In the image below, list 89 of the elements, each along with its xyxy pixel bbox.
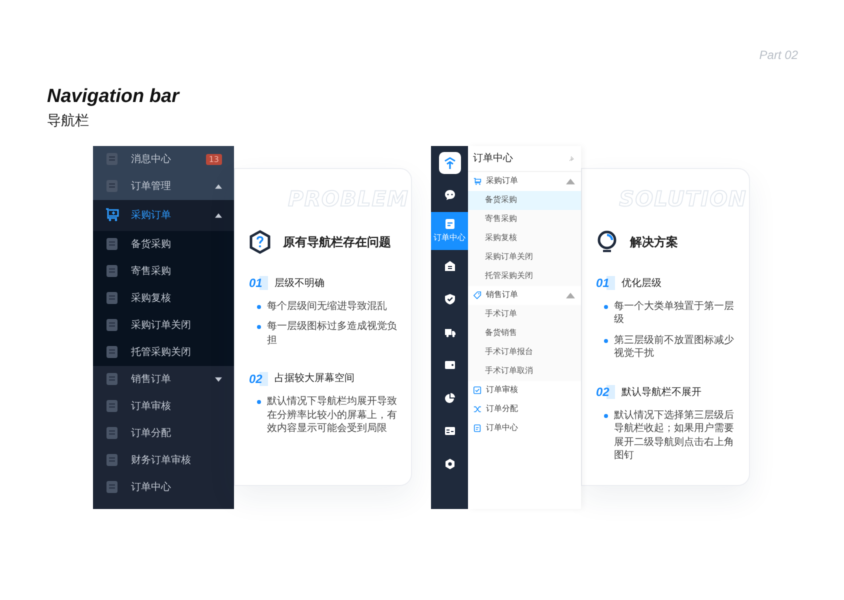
submenu-subitem[interactable]: 寄售采购 [468,210,581,229]
section-title: 占据较大屏幕空间 [274,372,354,386]
page-subtitle: 导航栏 [47,112,90,130]
section-number: 02 [249,372,268,386]
section-number: 01 [249,276,268,290]
chat-icon [444,189,456,202]
document-icon [473,424,482,433]
checkbox-icon [473,386,482,395]
page-title: Navigation bar [47,86,181,109]
document-icon [105,345,119,360]
submenu-subitem[interactable]: 手术订单取消 [468,362,581,381]
sidebar-item[interactable]: 采购订单关闭 [93,312,234,339]
bullet-dot [257,325,261,330]
submenu-subitem[interactable]: 备货采购 [468,190,581,210]
sidebar-item[interactable]: 托管采购关闭 [93,338,234,366]
bullet-text: 每个层级间无缩进导致混乱 [267,300,387,314]
submenu-subitem[interactable]: 手术订单 [468,304,581,324]
sidebar-item[interactable]: 订单管理 [93,172,234,200]
submenu-subitem[interactable]: 手术订单报台 [468,342,581,362]
sidebar-item[interactable]: 订单中心 [93,474,234,501]
submenu-item[interactable]: 销售订单 [468,286,581,305]
submenu-item[interactable]: 采购订单 [468,172,581,191]
document-icon [105,426,119,440]
lightbulb-icon [596,230,618,254]
document-icon [105,453,119,468]
tag-icon [473,290,482,300]
caret-icon [566,290,575,300]
document-icon [105,152,119,166]
bullet-text: 第三层级前不放置图标减少视觉干扰 [614,334,735,361]
document-icon [105,372,119,386]
submenu-subitem[interactable]: 托管采购关闭 [468,266,581,286]
id-card-icon [444,425,456,438]
pie-chart-icon [444,392,456,404]
count-badge: 13 [206,154,222,165]
submenu-title: 订单中心 [473,152,513,166]
bullet-text: 每一层级图标过多造成视觉负担 [267,320,398,348]
shuffle-icon [473,404,482,414]
section-title: 层级不明确 [274,276,324,291]
bullet-text: 每一个大类单独置于第一层级 [614,300,735,327]
section-title: 优化层级 [621,276,662,291]
part-label: Part 02 [759,47,798,64]
caret-icon [215,212,222,218]
document-icon [105,179,119,194]
document-icon [105,399,119,414]
submenu-item[interactable]: 订单分配 [468,400,581,419]
gear-icon [444,458,456,470]
sidebar-item[interactable]: 采购订单 [93,200,234,231]
sidebar-item[interactable]: 备货采购 [93,230,234,258]
sidebar-item[interactable]: 寄售采购 [93,258,234,285]
section-number: 02 [596,385,616,400]
sidebar-item[interactable]: 财务订单审核 [93,446,234,474]
logo-icon [438,152,460,174]
sidebar-item[interactable]: 销售订单 [93,366,234,393]
document-icon [105,480,119,494]
house-icon [444,260,456,272]
card-heading: 解决方案 [630,234,678,251]
caret-icon [215,184,222,189]
question-icon [249,230,271,254]
document-icon [105,318,119,332]
sidebar-item[interactable]: 消息中心 13 [93,146,234,173]
caret-icon [215,376,222,382]
document-icon [444,218,456,230]
card-heading: 原有导航栏存在问题 [283,234,391,251]
wallet-icon [444,359,456,372]
sidebar-item[interactable]: 订单审核 [93,392,234,420]
shield-check-icon [444,293,456,306]
bullet-text: 默认情况下选择第三层级后导航栏收起；如果用户需要展开二级导航则点击右上角图钉 [614,408,735,463]
submenu-subitem[interactable]: 备货销售 [468,324,581,343]
bullet-dot [604,414,608,418]
document-icon [105,291,119,306]
bullet-dot [604,338,608,343]
bullet-text: 默认情况下导航栏均展开导致在分辨率比较小的屏幕上，有效内容显示可能会受到局限 [267,395,398,436]
document-icon [105,264,119,278]
document-icon [105,237,119,252]
bullet-dot [257,400,261,404]
section-number: 01 [596,276,616,290]
submenu-subitem[interactable]: 采购复核 [468,228,581,248]
sidebar-item[interactable]: 订单分配 [93,420,234,447]
submenu-item[interactable]: 订单中心 [468,418,581,438]
submenu-subitem[interactable]: 采购订单关闭 [468,248,581,267]
bullet-dot [257,304,261,309]
cart-icon [473,176,482,186]
bullet-dot [604,304,608,309]
caret-icon [566,176,575,186]
submenu-item[interactable]: 订单审核 [468,380,581,400]
section-title: 默认导航栏不展开 [621,386,702,400]
truck-icon [444,326,456,338]
sidebar-item[interactable]: 采购复核 [93,284,234,312]
cart-icon [105,208,119,222]
